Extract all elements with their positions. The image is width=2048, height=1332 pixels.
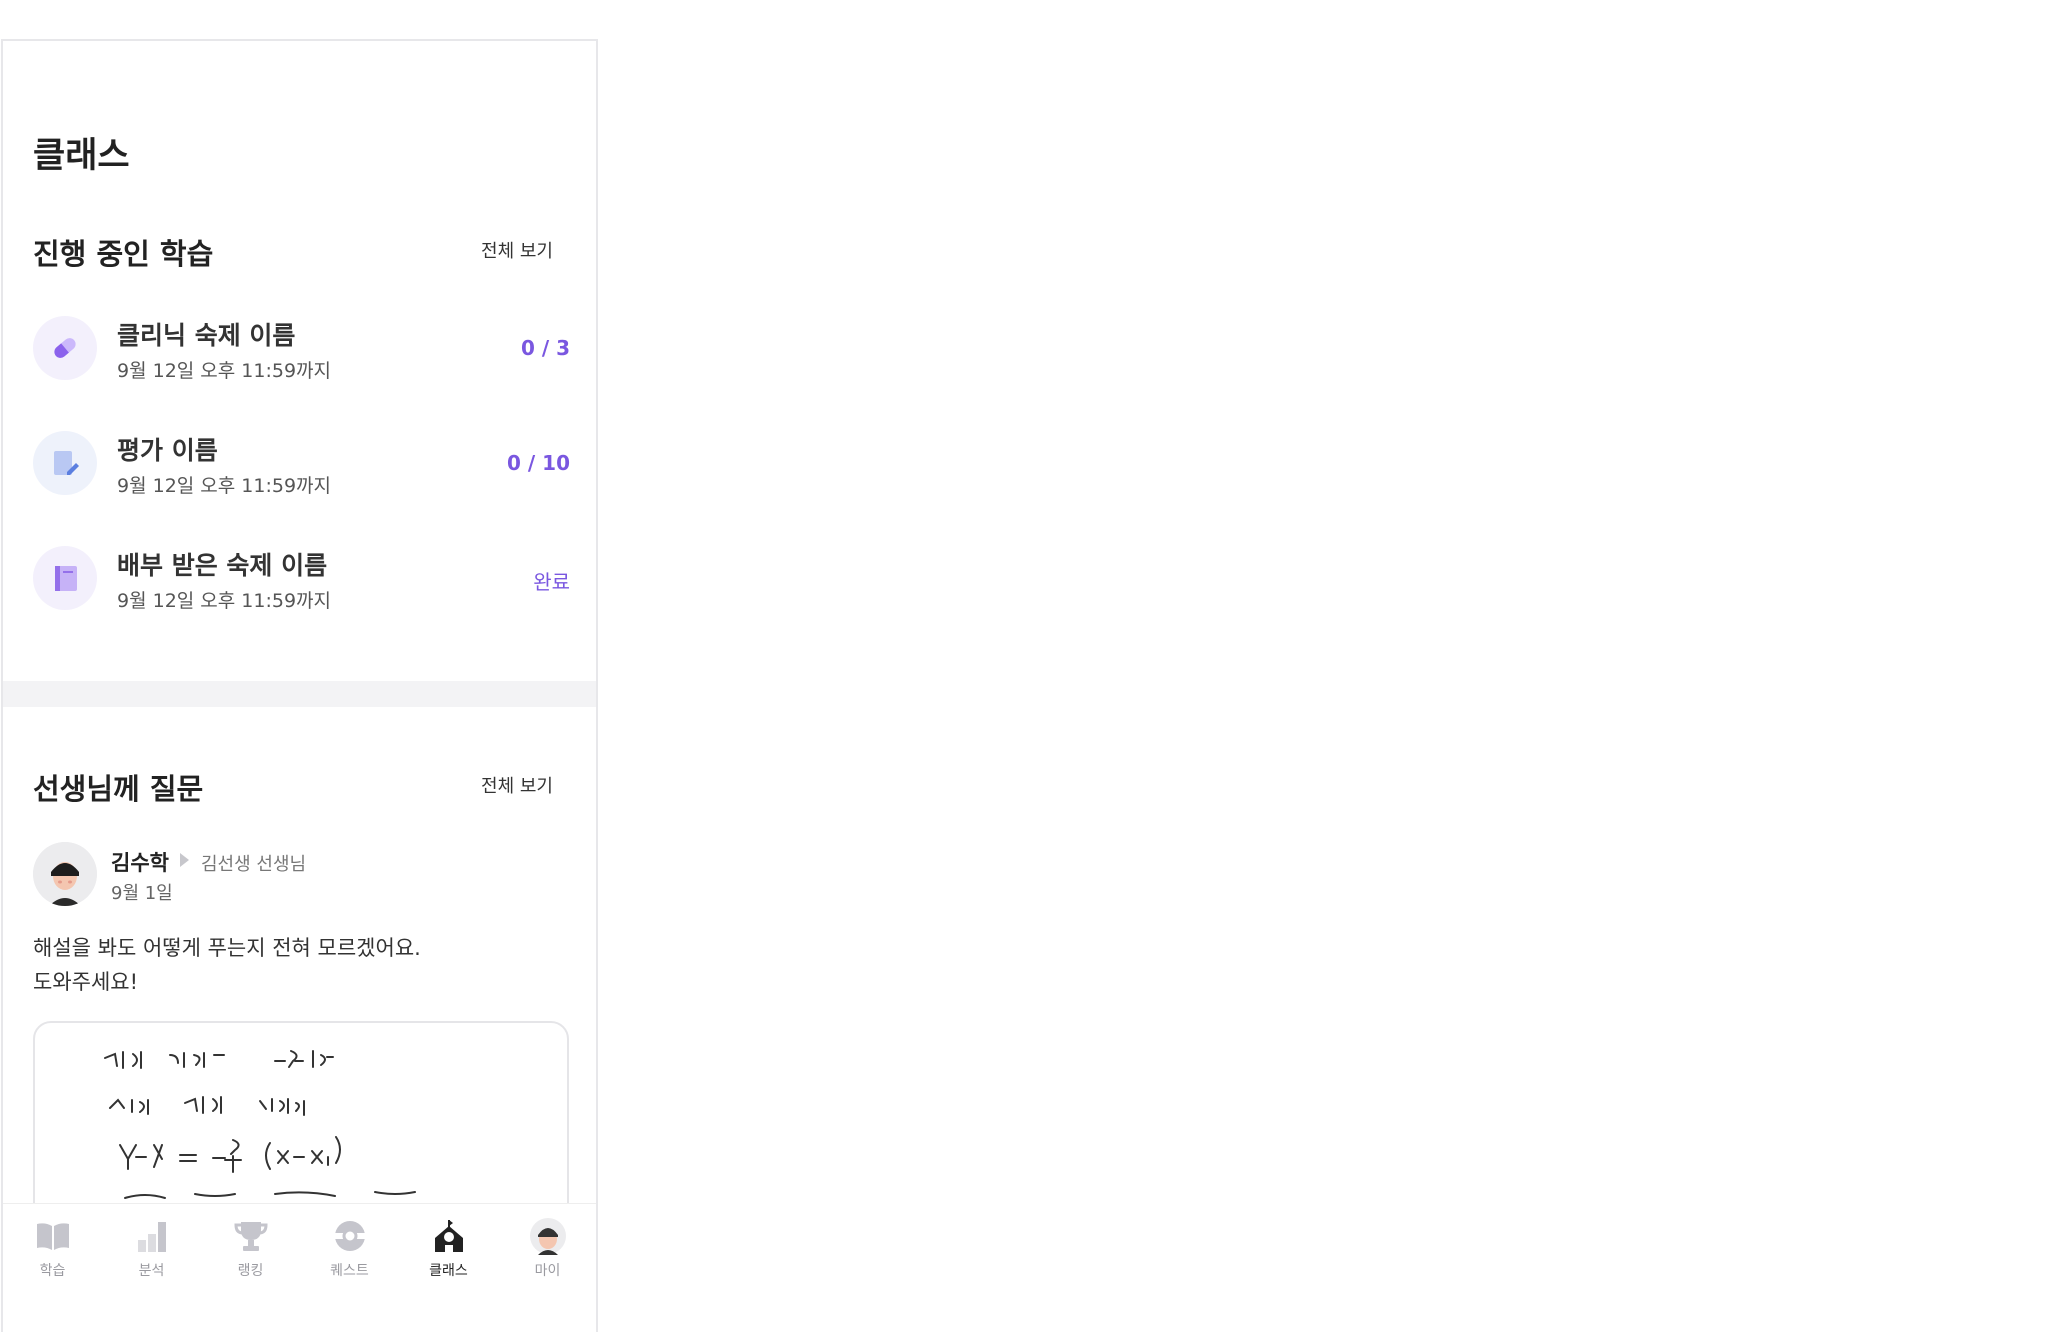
- learning-item-progress: 0 / 3: [520, 336, 570, 360]
- book-icon: [33, 546, 97, 610]
- tab-label: 랭킹: [237, 1263, 264, 1279]
- question-date: 9월 1일: [111, 883, 173, 904]
- in-progress-title: 진행 중인 학습: [33, 237, 214, 271]
- tab-my[interactable]: 마이: [498, 1204, 596, 1284]
- quest-icon: [330, 1216, 370, 1256]
- questions-see-all-link[interactable]: 전체 보기: [481, 772, 553, 798]
- arrow-right-icon: [180, 853, 189, 867]
- class-screen: 클래스 진행 중인 학습 전체 보기 클리닉 숙제 이름 9월 12일 오후 1…: [1, 39, 598, 1332]
- bottom-tab-bar: 학습 분석 랭킹 퀘스트 클래스 마이: [3, 1203, 596, 1332]
- learning-item-homework[interactable]: 배부 받은 숙제 이름 9월 12일 오후 11:59까지 완료: [33, 546, 570, 616]
- learning-item-assessment[interactable]: 평가 이름 9월 12일 오후 11:59까지 0 / 10: [33, 431, 570, 501]
- page-title: 클래스: [33, 136, 130, 176]
- tab-label: 클래스: [429, 1263, 468, 1279]
- question-text[interactable]: 해설을 봐도 어떻게 푸는지 전혀 모르겠어요. 도와주세요!: [33, 931, 421, 999]
- avatar-icon: [528, 1216, 568, 1256]
- question-recipient: 김선생 선생님: [201, 854, 307, 875]
- tab-label: 학습: [39, 1263, 66, 1279]
- tab-study[interactable]: 학습: [3, 1204, 102, 1284]
- tab-ranking[interactable]: 랭킹: [201, 1204, 300, 1284]
- tab-label: 퀘스트: [330, 1263, 369, 1279]
- student-avatar: [33, 842, 97, 906]
- learning-item-clinic[interactable]: 클리닉 숙제 이름 9월 12일 오후 11:59까지 0 / 3: [33, 316, 570, 386]
- learning-item-due: 9월 12일 오후 11:59까지: [117, 360, 332, 382]
- section-divider: [3, 681, 596, 707]
- learning-item-due: 9월 12일 오후 11:59까지: [117, 590, 332, 612]
- questions-title: 선생님께 질문: [33, 772, 204, 806]
- tab-analysis[interactable]: 분석: [102, 1204, 201, 1284]
- school-icon: [429, 1216, 469, 1256]
- trophy-icon: [231, 1216, 271, 1256]
- book-open-icon: [33, 1216, 73, 1256]
- tab-quest[interactable]: 퀘스트: [300, 1204, 399, 1284]
- question-text-line: 해설을 봐도 어떻게 푸는지 전혀 모르겠어요.: [33, 936, 421, 960]
- learning-item-title: 클리닉 숙제 이름: [117, 321, 296, 350]
- learning-item-title: 배부 받은 숙제 이름: [117, 551, 328, 580]
- question-text-line: 도와주세요!: [33, 970, 139, 994]
- bar-chart-icon: [132, 1216, 172, 1256]
- in-progress-header: 진행 중인 학습 전체 보기: [33, 231, 573, 281]
- learning-item-due: 9월 12일 오후 11:59까지: [117, 475, 332, 497]
- questions-header: 선생님께 질문 전체 보기: [33, 766, 573, 816]
- learning-item-complete-badge: 완료: [533, 570, 570, 594]
- pill-icon: [33, 316, 97, 380]
- question-author: 김수학: [111, 851, 169, 875]
- tab-class[interactable]: 클래스: [399, 1204, 498, 1284]
- learning-item-progress: 0 / 10: [507, 451, 570, 475]
- learning-item-title: 평가 이름: [117, 436, 218, 465]
- tab-label: 마이: [534, 1263, 561, 1279]
- in-progress-see-all-link[interactable]: 전체 보기: [481, 237, 553, 263]
- note-edit-icon: [33, 431, 97, 495]
- tab-label: 분석: [138, 1263, 165, 1279]
